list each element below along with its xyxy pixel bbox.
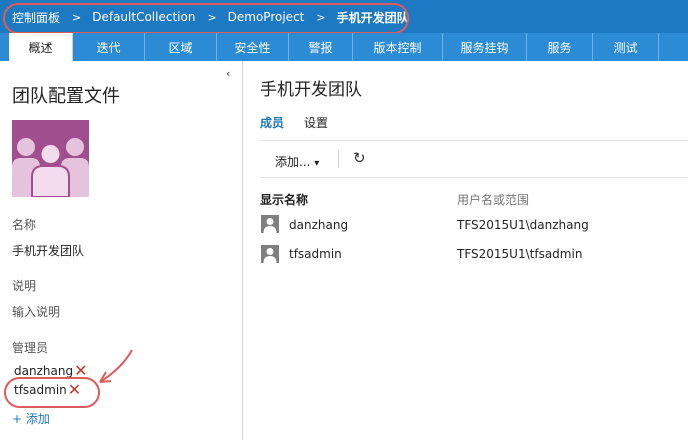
toolbar-divider — [260, 177, 688, 178]
user-icon — [261, 245, 279, 263]
member-account: TFS2015U1\tfsadmin — [457, 247, 583, 261]
column-header-username[interactable]: 用户名或范围 — [457, 191, 529, 208]
add-member-label: 添加... — [275, 155, 311, 169]
add-member-button[interactable]: 添加... ▾ — [275, 153, 319, 170]
annotation-highlight-admin — [4, 377, 100, 408]
column-header-display-name[interactable]: 显示名称 — [260, 191, 308, 208]
member-name: tfsadmin — [289, 247, 342, 261]
pivot-settings[interactable]: 设置 — [304, 114, 328, 131]
toolbar-separator — [338, 150, 339, 168]
member-account: TFS2015U1\danzhang — [457, 218, 589, 232]
pivot-members[interactable]: 成员 — [260, 114, 284, 131]
refresh-icon[interactable]: ↻ — [353, 149, 366, 167]
member-name: danzhang — [289, 218, 349, 232]
toolbar-divider — [260, 140, 688, 141]
chevron-down-icon: ▾ — [314, 158, 320, 169]
user-icon — [261, 215, 279, 233]
page-title: 手机开发团队 — [260, 80, 362, 100]
